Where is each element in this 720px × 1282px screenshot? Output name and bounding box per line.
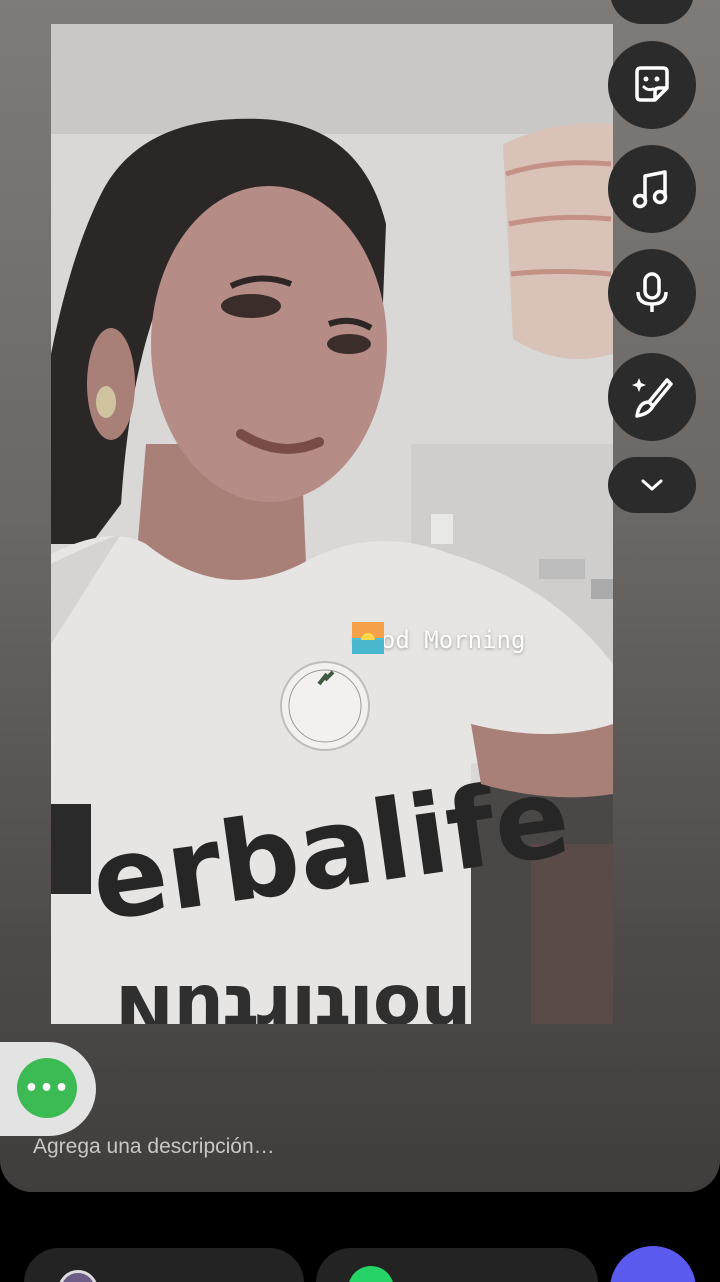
sticker-button[interactable] xyxy=(608,41,696,129)
share-whatsapp-chip[interactable] xyxy=(316,1248,598,1282)
more-options-button[interactable]: ••• xyxy=(17,1058,77,1118)
description-input[interactable]: Agrega una descripción… xyxy=(33,1130,593,1164)
svg-text:noitirtuN: noitirtuN xyxy=(115,969,471,1024)
chip-label-partial xyxy=(410,1278,490,1282)
music-note-icon xyxy=(632,170,668,209)
send-button[interactable] xyxy=(610,1246,696,1282)
sunrise-emoji-icon xyxy=(352,622,571,656)
ellipsis-icon: ••• xyxy=(24,1075,70,1101)
description-placeholder: Agrega una descripción… xyxy=(33,1135,275,1158)
effects-button[interactable] xyxy=(608,353,696,441)
collapse-toolbar-button[interactable] xyxy=(608,457,696,513)
selfie-illustration: erbalife noitirtuN xyxy=(51,24,613,1024)
chevron-down-icon xyxy=(641,479,663,491)
chip-label-partial xyxy=(118,1278,198,1282)
magic-brush-icon xyxy=(632,378,673,418)
music-button[interactable] xyxy=(608,145,696,233)
share-story-chip[interactable] xyxy=(24,1248,304,1282)
good-morning-sticker[interactable]: Good Morning xyxy=(352,622,571,658)
sticker-icon xyxy=(635,66,669,102)
voice-button[interactable] xyxy=(608,249,696,337)
avatar xyxy=(58,1270,98,1282)
whatsapp-icon xyxy=(348,1266,394,1282)
story-photo[interactable]: erbalife noitirtuN Good Morning xyxy=(51,24,613,1024)
microphone-icon xyxy=(636,272,668,312)
